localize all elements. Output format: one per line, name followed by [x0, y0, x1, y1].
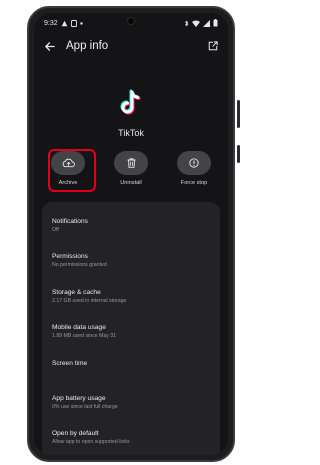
battery-icon	[213, 19, 218, 27]
volume-button	[237, 100, 240, 128]
settings-item-subtitle: Allow app to open supported links	[52, 439, 130, 445]
settings-item-title: Notifications	[52, 218, 88, 225]
app-bar: App info	[44, 35, 218, 57]
status-bar: 9:32	[44, 17, 218, 29]
open-external-icon[interactable]	[208, 41, 218, 51]
force-stop-button-pill[interactable]	[177, 151, 211, 175]
archive-highlight-box	[48, 149, 96, 192]
settings-item-open-by-default[interactable]: Open by default Allow app to open suppor…	[52, 430, 212, 445]
bluetooth-icon	[184, 19, 189, 27]
info-icon	[189, 158, 199, 168]
uninstall-button[interactable]: Uninstall	[105, 151, 157, 186]
settings-item-title: Open by default	[52, 430, 99, 437]
settings-item-permissions[interactable]: Permissions No permissions granted	[52, 253, 212, 268]
settings-item-title: App battery usage	[52, 395, 106, 402]
uninstall-label: Uninstall	[120, 180, 142, 186]
page-title: App info	[66, 40, 109, 52]
phone-frame: 9:32 App info TikTok Archive Uninstall F…	[27, 6, 235, 462]
settings-item-subtitle: Off	[52, 227, 59, 233]
settings-item-title: Screen time	[52, 360, 88, 367]
settings-item-subtitle: 2.17 GB used in internal storage	[52, 298, 127, 304]
settings-item-subtitle: 0% use since last full charge	[52, 404, 118, 410]
force-stop-button[interactable]: Force stop	[168, 151, 220, 186]
power-button	[237, 145, 240, 163]
dot-icon	[79, 21, 83, 25]
settings-item-mobile-data[interactable]: Mobile data usage 1.89 MB used since May…	[52, 324, 212, 339]
settings-list: Notifications Off Permissions No permiss…	[42, 202, 220, 455]
tiktok-logo-icon	[116, 88, 146, 118]
force-stop-label: Force stop	[180, 180, 208, 186]
notification-icon	[61, 20, 68, 27]
screen: 9:32 App info TikTok Archive Uninstall F…	[34, 13, 228, 455]
status-time: 9:32	[44, 19, 58, 27]
settings-item-title: Permissions	[52, 253, 88, 260]
app-name: TikTok	[118, 128, 144, 138]
trash-icon	[127, 158, 136, 168]
settings-item-battery[interactable]: App battery usage 0% use since last full…	[52, 395, 212, 410]
clipboard-icon	[70, 19, 77, 27]
settings-item-screen-time[interactable]: Screen time	[52, 360, 212, 367]
settings-item-title: Mobile data usage	[52, 324, 106, 331]
settings-item-notifications[interactable]: Notifications Off	[52, 218, 212, 233]
back-arrow-icon[interactable]	[44, 41, 55, 52]
settings-item-title: Storage & cache	[52, 289, 101, 296]
wifi-icon	[192, 20, 200, 27]
uninstall-button-pill[interactable]	[114, 151, 148, 175]
settings-item-subtitle: No permissions granted	[52, 262, 107, 268]
signal-icon	[203, 19, 210, 27]
settings-item-subtitle: 1.89 MB used since May 31	[52, 333, 117, 339]
settings-item-storage[interactable]: Storage & cache 2.17 GB used in internal…	[52, 289, 212, 304]
